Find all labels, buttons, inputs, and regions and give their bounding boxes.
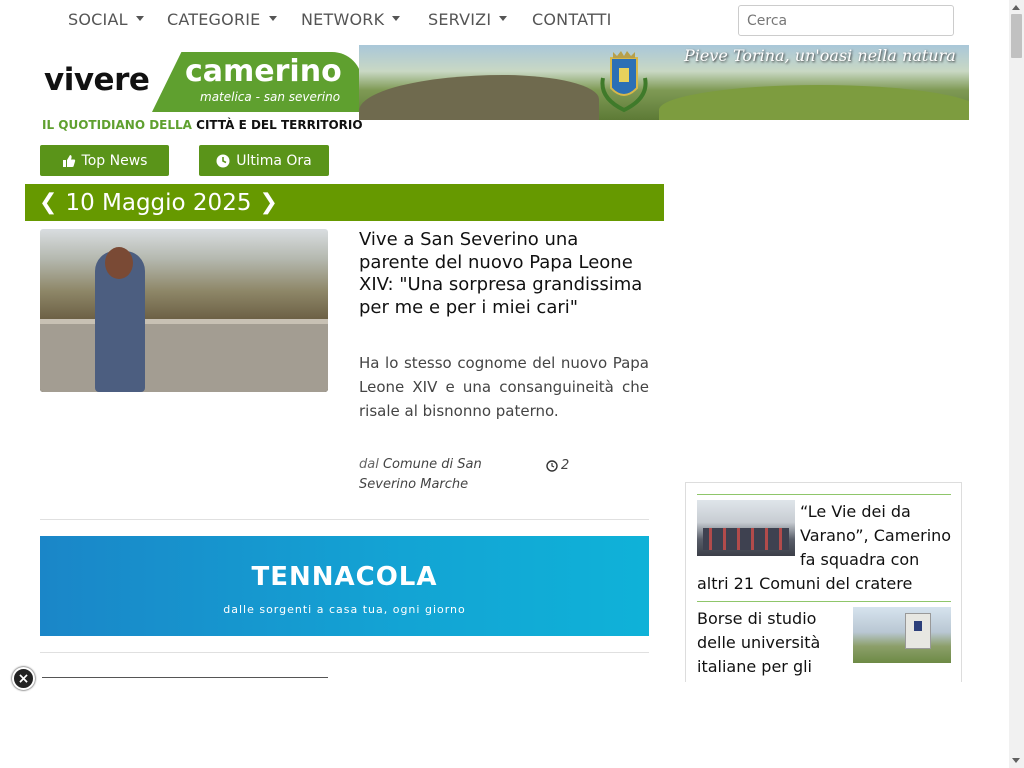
image-detail	[40, 324, 328, 392]
nav-categorie[interactable]: CATEGORIE	[167, 10, 277, 29]
scroll-down-icon[interactable]	[1012, 758, 1020, 763]
image-spacer	[697, 500, 800, 556]
clock-icon	[546, 459, 558, 472]
chevron-down-icon	[135, 16, 144, 21]
nav-contatti[interactable]: CONTATTI	[532, 10, 612, 29]
top-nav: SOCIAL CATEGORIE NETWORK SERVIZI CONTATT…	[0, 0, 1009, 40]
site-logo[interactable]: vivere camerino matelica - san severino …	[40, 50, 363, 136]
chevron-left-icon[interactable]: ❮	[39, 190, 57, 215]
article-image[interactable]	[40, 229, 328, 392]
scrollbar-thumb[interactable]	[1011, 14, 1022, 58]
image-detail	[914, 621, 922, 631]
nav-network[interactable]: NETWORK	[301, 10, 401, 29]
article-summary: Ha lo stesso cognome del nuovo Papa Leon…	[359, 354, 649, 420]
chevron-right-icon[interactable]: ❯	[259, 190, 277, 215]
header-banner[interactable]: Pieve Torina, un'oasi nella natura	[359, 45, 969, 120]
date-navigation-bar: ❮ 10 Maggio 2025 ❯	[25, 184, 664, 221]
divider	[40, 519, 649, 520]
clock-icon	[216, 154, 230, 167]
article-title[interactable]: Vive a San Severino una parente del nuov…	[359, 229, 649, 319]
current-date: 10 Maggio 2025	[65, 189, 252, 216]
logo-subtitle: matelica - san severino	[200, 90, 341, 104]
sidebar-item-image[interactable]	[853, 607, 951, 663]
article-author: dal Comune di San Severino Marche	[359, 457, 482, 492]
close-icon[interactable]: ×	[12, 667, 35, 690]
nav-servizi[interactable]: SERVIZI	[428, 10, 508, 29]
scroll-up-icon[interactable]	[1012, 5, 1020, 10]
thumbs-up-icon	[62, 154, 75, 167]
banner-hill	[659, 85, 969, 120]
banner-caption: Pieve Torina, un'oasi nella natura	[684, 46, 956, 65]
ad-tagline: dalle sorgenti a casa tua, ogni giorno	[223, 603, 466, 616]
divider	[697, 601, 951, 602]
sidebar-item-title[interactable]: Borse di studio delle università italian…	[697, 607, 842, 679]
scrollbar[interactable]	[1009, 0, 1024, 768]
chevron-down-icon	[392, 16, 401, 21]
top-news-button[interactable]: Top News	[40, 145, 169, 176]
logo-tagline: IL QUOTIDIANO DELLA CITTÀ E DEL TERRITOR…	[42, 118, 363, 132]
logo-word-camerino: camerino	[185, 54, 342, 89]
chevron-down-icon	[499, 16, 508, 21]
divider	[42, 677, 328, 678]
article-comments[interactable]: 2	[546, 458, 569, 473]
sidebar-news-box: “Le Vie dei da Varano”, Camerino fa squa…	[685, 482, 962, 682]
search-input[interactable]	[738, 5, 954, 36]
ad-brand: TENNACOLA	[251, 562, 438, 592]
image-detail	[905, 613, 931, 649]
divider	[40, 652, 649, 653]
image-detail	[105, 247, 133, 279]
chevron-down-icon	[268, 16, 277, 21]
divider	[697, 494, 951, 495]
nav-social[interactable]: SOCIAL	[68, 10, 144, 29]
sidebar-item-title[interactable]: “Le Vie dei da Varano”, Camerino fa squa…	[697, 500, 953, 596]
banner-hill	[359, 75, 599, 120]
advertisement-banner[interactable]: TENNACOLA dalle sorgenti a casa tua, ogn…	[40, 536, 649, 636]
ultima-ora-button[interactable]: Ultima Ora	[199, 145, 329, 176]
logo-word-vivere: vivere	[44, 62, 150, 98]
coat-of-arms-icon	[600, 51, 648, 113]
